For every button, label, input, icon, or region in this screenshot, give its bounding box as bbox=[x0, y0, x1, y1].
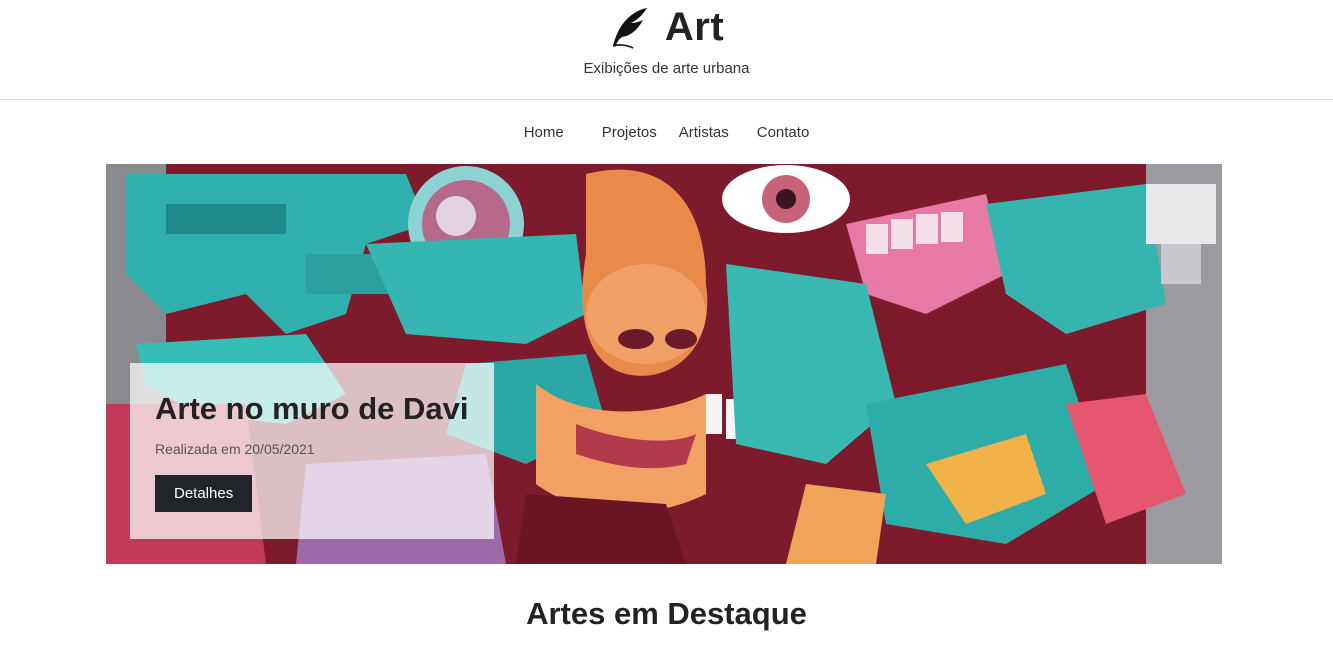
site-header: Art Exibições de arte urbana bbox=[0, 0, 1333, 100]
nav-contato[interactable]: Contato bbox=[757, 124, 810, 141]
main-nav: Home Projetos Artistas Contato bbox=[0, 100, 1333, 164]
hero-heading: Arte no muro de Davi bbox=[155, 391, 469, 426]
hero-caption: Arte no muro de Davi Realizada em 20/05/… bbox=[130, 363, 494, 539]
site-tagline: Exibições de arte urbana bbox=[583, 60, 750, 77]
feather-icon bbox=[612, 7, 647, 49]
nav-artistas[interactable]: Artistas bbox=[679, 124, 729, 141]
featured-section-title: Artes em Destaque bbox=[526, 596, 807, 631]
hero-carousel: Arte no muro de Davi Realizada em 20/05/… bbox=[106, 164, 1222, 564]
details-button[interactable]: Detalhes bbox=[155, 475, 253, 512]
brand[interactable]: Art bbox=[0, 5, 1333, 50]
nav-projetos[interactable]: Projetos bbox=[602, 124, 657, 141]
nav-home[interactable]: Home bbox=[524, 124, 564, 141]
hero-subtitle: Realizada em 20/05/2021 bbox=[155, 441, 315, 457]
site-title: Art bbox=[664, 5, 725, 49]
